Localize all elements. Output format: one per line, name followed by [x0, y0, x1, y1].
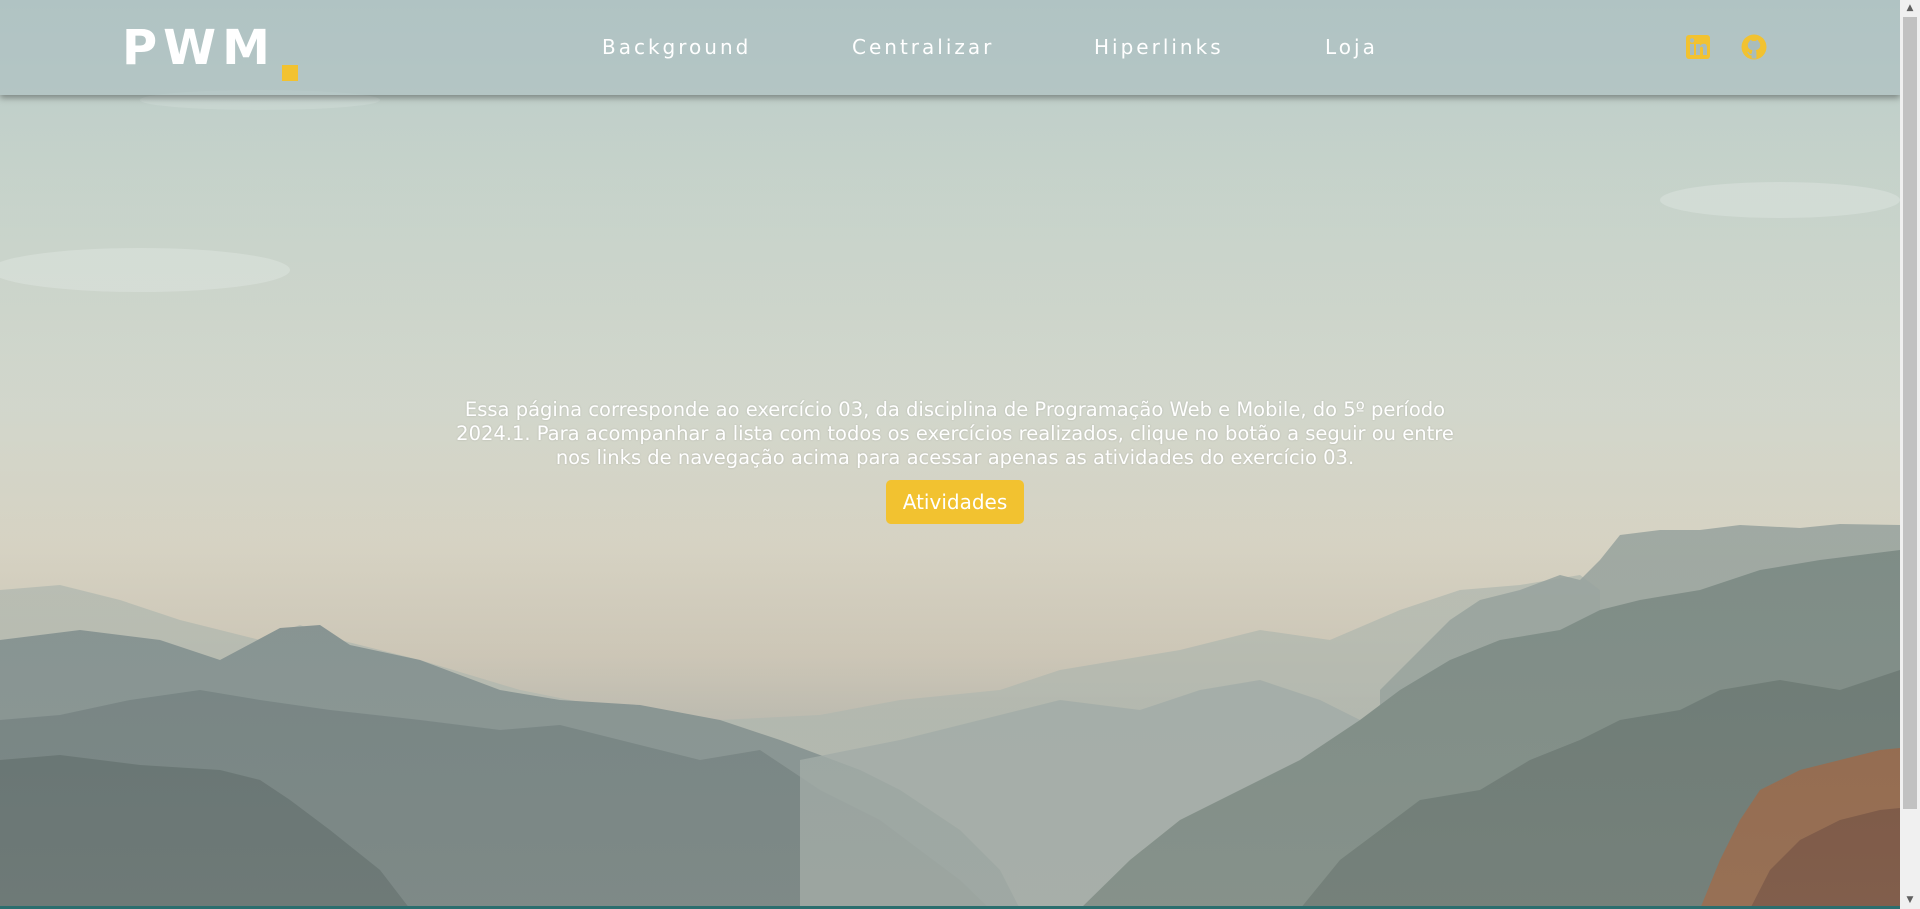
- nav-link-background[interactable]: Background: [602, 33, 751, 61]
- github-icon[interactable]: [1740, 33, 1768, 61]
- nav-link-centralizar[interactable]: Centralizar: [852, 33, 994, 61]
- top-navbar: PWM Background Centralizar Hiperlinks Lo…: [0, 0, 1900, 95]
- linkedin-icon[interactable]: [1684, 33, 1712, 61]
- scroll-thumb[interactable]: [1903, 17, 1917, 809]
- atividades-button[interactable]: Atividades: [886, 480, 1024, 524]
- nav-link-hiperlinks[interactable]: Hiperlinks: [1094, 33, 1224, 61]
- nav-link-loja[interactable]: Loja: [1325, 33, 1378, 61]
- scroll-down-arrow-icon[interactable]: ▼: [1900, 892, 1920, 909]
- intro-paragraph: Essa página corresponde ao exercício 03,…: [456, 397, 1454, 469]
- logo-dot: [282, 65, 298, 81]
- vertical-scrollbar[interactable]: ▲ ▼: [1900, 0, 1920, 909]
- main-navigation: Background Centralizar Hiperlinks Loja: [0, 33, 1900, 63]
- browser-viewport: PWM Background Centralizar Hiperlinks Lo…: [0, 0, 1920, 909]
- scroll-up-arrow-icon[interactable]: ▲: [1900, 0, 1920, 17]
